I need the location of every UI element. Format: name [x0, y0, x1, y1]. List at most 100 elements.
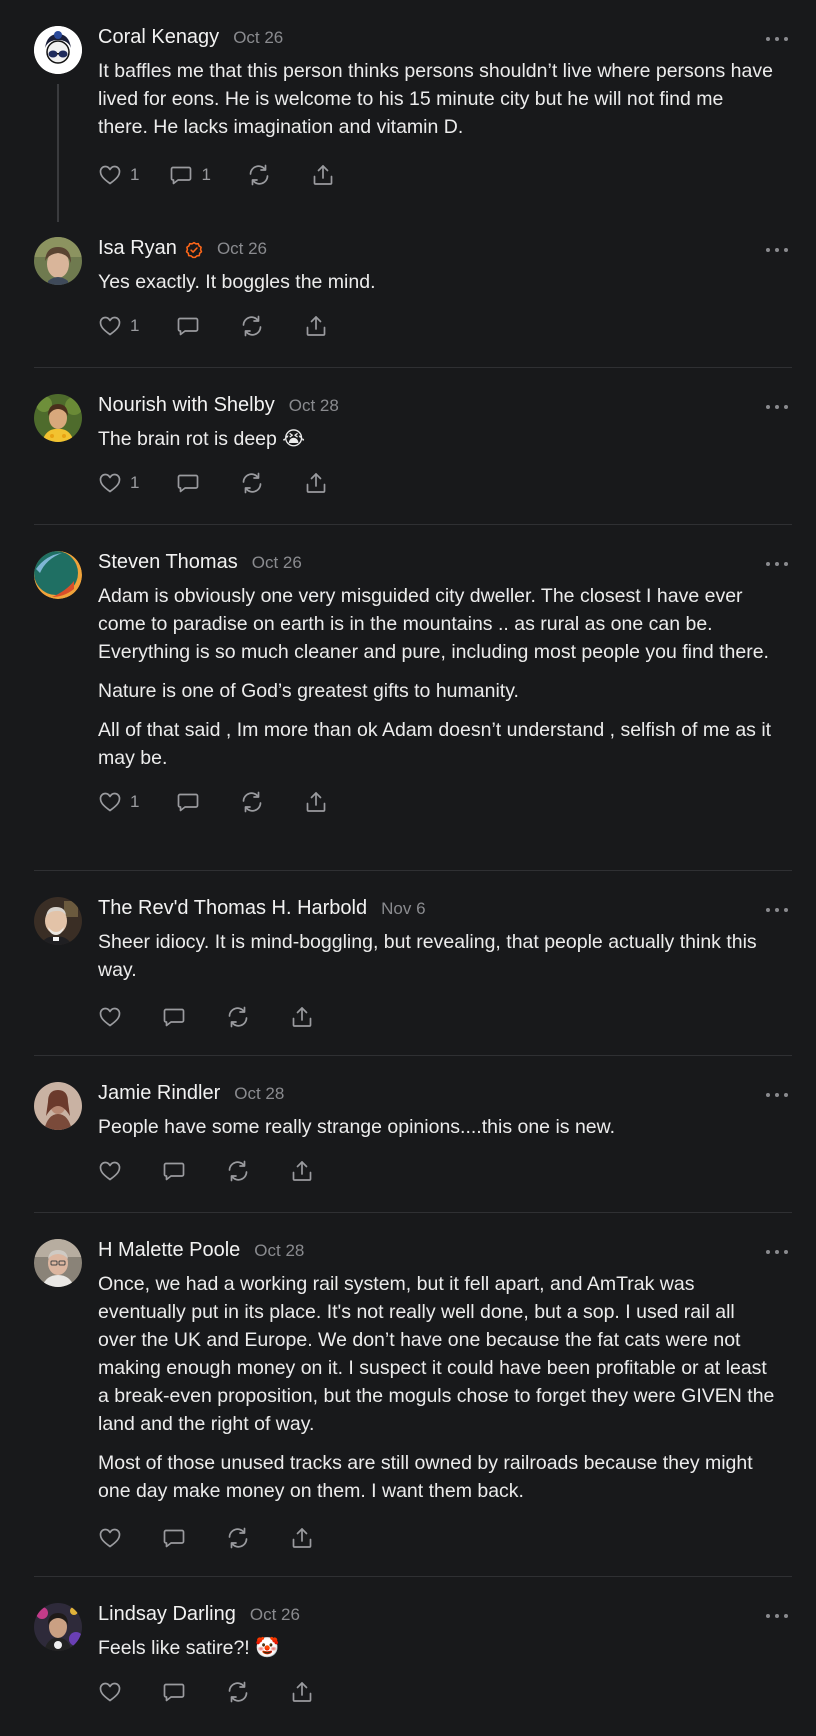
restack-icon: [243, 315, 262, 337]
like-count: 1: [130, 792, 140, 811]
comment-icon: [178, 317, 199, 336]
share-button[interactable]: [304, 314, 328, 338]
comment-date[interactable]: Oct 28: [289, 396, 339, 416]
comment-text: Nature is one of God’s greatest gifts to…: [98, 680, 519, 702]
comment-actions: [98, 1679, 776, 1705]
comment-actions: 1: [98, 313, 776, 339]
share-button[interactable]: [311, 163, 335, 187]
author-name[interactable]: The Rev'd Thomas H. Harbold: [98, 897, 367, 920]
author-name[interactable]: Nourish with Shelby: [98, 394, 275, 417]
avatar[interactable]: [34, 1239, 82, 1287]
author-name[interactable]: Isa Ryan: [98, 237, 177, 260]
heart-icon: [99, 473, 121, 493]
restack-button[interactable]: [226, 1526, 250, 1550]
comment-text: Feels like satire?! 🤡: [98, 1637, 280, 1659]
comment-body: Sheer idiocy. It is mind-boggling, but r…: [98, 928, 776, 984]
like-button[interactable]: 1: [98, 314, 139, 338]
comment-body: Yes exactly. It boggles the mind.: [98, 268, 776, 296]
comment-icon: [163, 1162, 185, 1181]
comment-date[interactable]: Oct 26: [252, 553, 302, 573]
avatar[interactable]: [34, 1603, 82, 1651]
comment: The Rev'd Thomas H. Harbold Nov 6 Sheer …: [0, 871, 816, 1056]
reply-button[interactable]: [162, 1526, 186, 1550]
comment: Isa Ryan Oct 26 Yes exactly. It boggles …: [0, 211, 816, 368]
comment: Steven Thomas Oct 26 Adam is obviously o…: [0, 525, 816, 871]
restack-button[interactable]: [240, 471, 264, 495]
author-name[interactable]: Steven Thomas: [98, 551, 238, 574]
like-button[interactable]: [98, 1005, 122, 1029]
comment-actions: 1: [98, 789, 776, 815]
reply-button[interactable]: [176, 471, 200, 495]
more-options-icon[interactable]: [766, 561, 788, 567]
restack-button[interactable]: [226, 1159, 250, 1183]
reply-button[interactable]: [176, 790, 200, 814]
avatar[interactable]: [34, 1082, 82, 1130]
avatar[interactable]: [34, 897, 82, 945]
comment-date[interactable]: Oct 26: [217, 239, 267, 259]
more-options-icon[interactable]: [766, 36, 788, 42]
like-button[interactable]: 1: [98, 163, 139, 187]
reply-button[interactable]: [162, 1005, 186, 1029]
share-button[interactable]: [290, 1005, 314, 1029]
share-icon: [313, 165, 333, 185]
comment: Jamie Rindler Oct 28 People have some re…: [0, 1056, 816, 1213]
restack-icon: [228, 1681, 248, 1703]
like-button[interactable]: [98, 1526, 122, 1550]
comment: Lindsay Darling Oct 26 Feels like satire…: [0, 1577, 816, 1727]
comment-text: Yes exactly. It boggles the mind.: [98, 271, 376, 293]
comment-date[interactable]: Oct 28: [254, 1241, 304, 1261]
restack-button[interactable]: [226, 1005, 250, 1029]
heart-icon: [99, 165, 121, 185]
more-options-icon[interactable]: [766, 907, 788, 913]
more-options-icon[interactable]: [766, 1092, 788, 1098]
like-button[interactable]: 1: [98, 790, 139, 814]
like-button[interactable]: [98, 1680, 122, 1704]
share-button[interactable]: [304, 790, 328, 814]
reply-button[interactable]: [162, 1159, 186, 1183]
comment: Coral Kenagy Oct 26 It baffles me that t…: [0, 0, 816, 222]
share-button[interactable]: [290, 1526, 314, 1550]
author-name[interactable]: Lindsay Darling: [98, 1603, 236, 1626]
share-icon: [307, 792, 326, 812]
comment-header: Isa Ryan Oct 26: [98, 237, 776, 263]
reply-button[interactable]: [162, 1680, 186, 1704]
comment-actions: [98, 1004, 776, 1030]
comment-text: Sheer idiocy. It is mind-boggling, but r…: [98, 931, 757, 981]
more-options-icon[interactable]: [766, 247, 788, 253]
avatar[interactable]: [34, 394, 82, 442]
comment-actions: [98, 1158, 776, 1184]
author-name[interactable]: Jamie Rindler: [98, 1082, 220, 1105]
avatar[interactable]: [34, 551, 82, 599]
restack-button[interactable]: [247, 163, 271, 187]
author-name[interactable]: Coral Kenagy: [98, 26, 219, 49]
restack-button[interactable]: [240, 790, 264, 814]
comment-date[interactable]: Nov 6: [381, 899, 425, 919]
like-button[interactable]: [98, 1159, 122, 1183]
author-name[interactable]: H Malette Poole: [98, 1239, 240, 1262]
comment-icon: [178, 793, 199, 812]
avatar[interactable]: [34, 26, 82, 74]
more-options-icon[interactable]: [766, 1249, 788, 1255]
reply-button[interactable]: [176, 314, 200, 338]
share-button[interactable]: [290, 1159, 314, 1183]
more-options-icon[interactable]: [766, 404, 788, 410]
comment-thread: Coral Kenagy Oct 26 It baffles me that t…: [0, 0, 816, 1727]
reply-button[interactable]: 1: [169, 163, 211, 187]
like-button[interactable]: 1: [98, 471, 139, 495]
share-button[interactable]: [304, 471, 328, 495]
restack-icon: [243, 472, 262, 494]
restack-icon: [243, 791, 262, 813]
comment-text: All of that said , Im more than ok Adam …: [98, 719, 772, 769]
share-button[interactable]: [290, 1680, 314, 1704]
more-options-icon[interactable]: [766, 1613, 788, 1619]
avatar[interactable]: [34, 237, 82, 285]
verified-icon: [185, 241, 203, 259]
comment-actions: [98, 1525, 776, 1551]
comment-date[interactable]: Oct 26: [233, 28, 283, 48]
restack-button[interactable]: [226, 1680, 250, 1704]
share-icon: [307, 316, 326, 336]
comment-header: Lindsay Darling Oct 26: [98, 1603, 776, 1629]
comment-date[interactable]: Oct 26: [250, 1605, 300, 1625]
comment-date[interactable]: Oct 28: [234, 1084, 284, 1104]
restack-button[interactable]: [240, 314, 264, 338]
